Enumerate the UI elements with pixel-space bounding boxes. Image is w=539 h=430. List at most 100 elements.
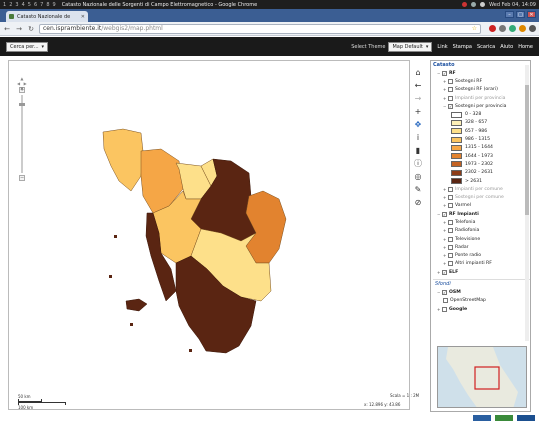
map-canvas[interactable] bbox=[8, 60, 410, 410]
forward-arrow-icon[interactable]: → bbox=[415, 94, 422, 104]
search-select[interactable]: Cerca per... ▾ bbox=[6, 41, 49, 52]
province-massa-carrara[interactable] bbox=[102, 128, 144, 192]
workspace-7[interactable]: 7 bbox=[40, 2, 43, 8]
extension-icon[interactable] bbox=[519, 25, 526, 32]
legend-class[interactable]: 1644 - 1973 bbox=[433, 152, 530, 160]
home-icon[interactable]: ⌂ bbox=[415, 68, 420, 78]
layer-item[interactable]: + Impianti per provincia bbox=[433, 94, 530, 102]
scrollbar-thumb[interactable] bbox=[525, 85, 529, 215]
legend-class[interactable]: 328 - 657 bbox=[433, 119, 530, 127]
address-bar[interactable]: cen.isprambiente.it/webgis2/map.phtml ☆ bbox=[39, 23, 481, 34]
legend-class[interactable]: 986 - 1315 bbox=[433, 135, 530, 143]
choropleth-map[interactable] bbox=[9, 61, 411, 411]
back-arrow-icon[interactable]: ← bbox=[415, 81, 422, 91]
layer-checkbox[interactable] bbox=[448, 261, 453, 267]
layer-checkbox[interactable]: ✓ bbox=[442, 269, 447, 275]
measure-tool-icon[interactable]: ✎ bbox=[415, 185, 422, 195]
zoom-in-tool-icon[interactable]: + bbox=[415, 107, 422, 117]
layer-item[interactable]: OpenStreetMap bbox=[433, 297, 530, 305]
layer-item[interactable]: + Ponte radio bbox=[433, 252, 530, 260]
bookmark-star-icon[interactable]: ☆ bbox=[472, 25, 477, 32]
layer-group-google[interactable]: + Google bbox=[433, 305, 530, 313]
minimize-button[interactable]: – bbox=[505, 11, 514, 18]
layer-item[interactable]: + Radiofonia bbox=[433, 227, 530, 235]
legend-class[interactable]: 0 - 328 bbox=[433, 110, 530, 118]
layer-checkbox[interactable] bbox=[448, 253, 453, 259]
layer-checkbox[interactable] bbox=[442, 306, 447, 312]
zoom-in-button[interactable]: + bbox=[19, 87, 25, 93]
island-gorgona[interactable] bbox=[114, 235, 117, 238]
layer-checkbox[interactable]: ✓ bbox=[442, 211, 447, 217]
layer-checkbox[interactable] bbox=[448, 244, 453, 250]
layer-checkbox[interactable]: ✓ bbox=[442, 70, 447, 76]
layer-checkbox[interactable] bbox=[448, 203, 453, 209]
badge-logo[interactable] bbox=[473, 414, 491, 421]
workspace-switcher[interactable]: 123456789 bbox=[3, 2, 56, 8]
panel-scrollbar[interactable] bbox=[525, 65, 529, 341]
island-elba[interactable] bbox=[125, 298, 148, 312]
layer-item[interactable]: + Varmel bbox=[433, 202, 530, 210]
layer-checkbox[interactable] bbox=[448, 219, 453, 225]
select-tool-icon[interactable]: ◎ bbox=[415, 172, 422, 182]
volume-icon[interactable] bbox=[480, 2, 486, 7]
identify-tool-icon[interactable]: ⓘ bbox=[414, 159, 422, 169]
help-button[interactable]: Aiuto bbox=[500, 44, 513, 50]
layer-checkbox[interactable] bbox=[448, 186, 453, 192]
layer-item[interactable]: + Sostegni RF bbox=[433, 77, 530, 85]
workspace-2[interactable]: 2 bbox=[9, 2, 12, 8]
badge-logo[interactable] bbox=[495, 414, 513, 421]
download-button[interactable]: Scarica bbox=[477, 44, 495, 50]
home-button[interactable]: Home bbox=[518, 44, 533, 50]
chart-tool-icon[interactable]: ▮ bbox=[416, 146, 420, 156]
layer-item[interactable]: + Sostegni per comune bbox=[433, 193, 530, 201]
forward-icon[interactable]: → bbox=[15, 25, 23, 33]
island-giglio[interactable] bbox=[189, 349, 192, 352]
workspace-8[interactable]: 8 bbox=[46, 2, 49, 8]
layer-item[interactable]: − ✓ Sostegni per provincia bbox=[433, 102, 530, 110]
badge-logo[interactable] bbox=[517, 414, 535, 421]
layer-checkbox[interactable] bbox=[448, 228, 453, 234]
workspace-1[interactable]: 1 bbox=[3, 2, 6, 8]
zoom-slider-handle[interactable] bbox=[19, 103, 25, 106]
pan-control[interactable]: ▲ ◀▶ ▼ bbox=[17, 76, 27, 91]
layer-checkbox[interactable] bbox=[448, 236, 453, 242]
island-pianosa[interactable] bbox=[130, 323, 133, 326]
layer-checkbox[interactable] bbox=[448, 95, 453, 101]
layer-item[interactable]: + Televisione bbox=[433, 235, 530, 243]
layer-checkbox[interactable] bbox=[448, 87, 453, 93]
maximize-button[interactable]: □ bbox=[516, 11, 525, 18]
close-window-button[interactable]: ✕ bbox=[527, 11, 536, 18]
legend-class[interactable]: 1973 - 2302 bbox=[433, 160, 530, 168]
pan-tool-icon[interactable]: ✥ bbox=[415, 120, 422, 130]
theme-select[interactable]: Map Default ▾ bbox=[388, 41, 433, 52]
link-button[interactable]: Link bbox=[437, 44, 447, 50]
layer-item[interactable]: + Sostegni RF (orari) bbox=[433, 86, 530, 94]
settings-icon[interactable] bbox=[499, 25, 506, 32]
layer-checkbox[interactable] bbox=[448, 78, 453, 84]
overview-map[interactable] bbox=[437, 346, 527, 408]
layer-group-rf-impianti[interactable]: − ✓ RF Impianti bbox=[433, 210, 530, 218]
record-icon[interactable] bbox=[462, 2, 468, 7]
menu-icon[interactable] bbox=[529, 25, 536, 32]
workspace-9[interactable]: 9 bbox=[53, 2, 56, 8]
print-button[interactable]: Stampa bbox=[453, 44, 472, 50]
workspace-4[interactable]: 4 bbox=[22, 2, 25, 8]
legend-class[interactable]: 1315 - 1644 bbox=[433, 144, 530, 152]
layer-checkbox[interactable]: ✓ bbox=[448, 103, 453, 109]
layer-item[interactable]: + Telefonia bbox=[433, 218, 530, 226]
workspace-3[interactable]: 3 bbox=[15, 2, 18, 8]
zoom-out-button[interactable]: − bbox=[19, 175, 25, 181]
clear-tool-icon[interactable]: ⊘ bbox=[415, 198, 422, 208]
legend-class[interactable]: 2302 - 2631 bbox=[433, 169, 530, 177]
layer-checkbox[interactable]: ✓ bbox=[442, 290, 447, 296]
clock[interactable]: Wed Feb 04, 14:09 bbox=[489, 2, 536, 8]
browser-tab[interactable]: Catasto Nazionale de ✕ bbox=[6, 11, 88, 22]
extension-icon[interactable] bbox=[509, 25, 516, 32]
layer-group-elf[interactable]: + ✓ ELF bbox=[433, 268, 530, 276]
layer-checkbox[interactable] bbox=[443, 298, 448, 304]
workspace-6[interactable]: 6 bbox=[34, 2, 37, 8]
layer-item[interactable]: + Impianti per comune bbox=[433, 185, 530, 193]
info-tool-icon[interactable]: i bbox=[417, 133, 419, 143]
network-icon[interactable] bbox=[471, 2, 477, 7]
layer-item[interactable]: + Altri impianti RF bbox=[433, 260, 530, 268]
